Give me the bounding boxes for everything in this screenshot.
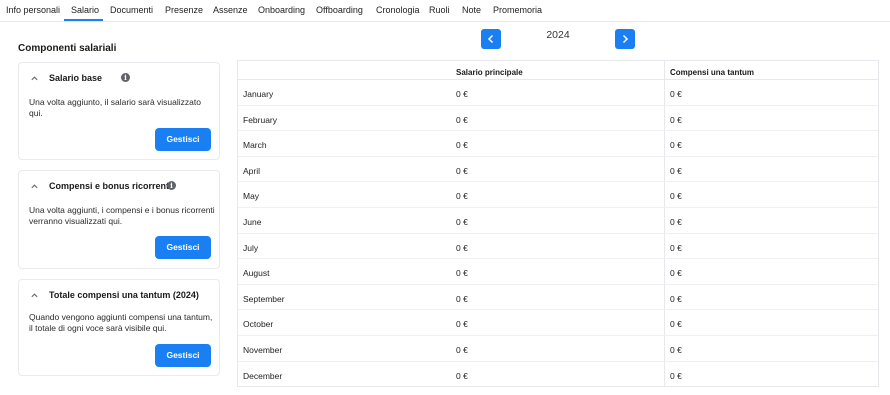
month-cell: December <box>243 370 283 381</box>
month-cell: April <box>243 165 261 176</box>
month-cell: August <box>243 268 270 279</box>
month-cell: May <box>243 191 260 202</box>
table-row: January 0 € 0 € <box>238 80 878 106</box>
tab-documenti[interactable]: Documenti <box>110 5 153 15</box>
one-time-cell: 0 € <box>670 165 682 176</box>
salary-table: Salario principale Compensi una tantum J… <box>237 60 879 387</box>
tab-onboarding[interactable]: Onboarding <box>258 5 305 15</box>
tab-cronologia[interactable]: Cronologia <box>376 5 420 15</box>
tab-offboarding[interactable]: Offboarding <box>316 5 363 15</box>
chevron-up-icon <box>31 184 38 189</box>
one-time-cell: 0 € <box>670 89 682 99</box>
salary-cell: 0 € <box>456 293 468 304</box>
gestisci-button[interactable]: Gestisci <box>155 344 211 367</box>
month-cell: November <box>243 345 283 355</box>
month-cell: July <box>243 242 259 253</box>
card-compensi-ricorrenti: Compensi e bonus ricorrenti i Una volta … <box>18 170 220 269</box>
tab-info-personali[interactable]: Info personali <box>6 5 60 15</box>
salary-cell: 0 € <box>456 114 468 125</box>
one-time-cell: 0 € <box>670 370 682 381</box>
one-time-cell: 0 € <box>670 114 682 125</box>
month-cell: June <box>243 217 262 227</box>
tab-promemoria[interactable]: Promemoria <box>493 5 542 15</box>
column-header-compensi-una-tantum: Compensi una tantum <box>670 68 755 77</box>
section-title: Componenti salariali <box>18 43 117 54</box>
one-time-cell: 0 € <box>670 140 682 151</box>
tab-ruoli[interactable]: Ruoli <box>429 5 450 15</box>
table-row: December 0 € 0 € <box>238 362 878 388</box>
salary-cell: 0 € <box>456 165 468 176</box>
card-description: Quando vengono aggiunti compensi una tan… <box>29 312 213 333</box>
chevron-right-icon <box>622 34 629 44</box>
card-description: Una volta aggiunto, il salario sarà visu… <box>29 97 201 118</box>
month-cell: October <box>243 319 274 330</box>
card-title: Salario base <box>49 73 103 83</box>
salary-cell: 0 € <box>456 217 468 227</box>
active-tab-indicator <box>64 19 103 21</box>
previous-year-button[interactable] <box>481 29 501 49</box>
tab-presenze[interactable]: Presenze <box>165 5 203 15</box>
month-cell: January <box>243 89 274 99</box>
next-year-button[interactable] <box>615 29 635 49</box>
salary-cell: 0 € <box>456 345 468 355</box>
table-row: October 0 € 0 € <box>238 310 878 336</box>
one-time-cell: 0 € <box>670 319 682 330</box>
table-row: March 0 € 0 € <box>238 131 878 157</box>
table-row: June 0 € 0 € <box>238 208 878 234</box>
month-cell: March <box>243 140 267 151</box>
one-time-cell: 0 € <box>670 191 682 202</box>
month-cell: September <box>243 293 285 304</box>
card-description: Una volta aggiunti, i compensi e i bonus… <box>29 205 215 226</box>
column-header-salario-principale: Salario principale <box>456 68 523 77</box>
chevron-up-icon <box>31 76 38 81</box>
table-row: May 0 € 0 € <box>238 182 878 208</box>
card-header[interactable]: Salario base i <box>19 63 219 93</box>
chevron-left-icon <box>487 34 494 44</box>
table-row: April 0 € 0 € <box>238 157 878 183</box>
one-time-cell: 0 € <box>670 293 682 304</box>
salary-cell: 0 € <box>456 191 468 202</box>
tab-note[interactable]: Note <box>462 5 481 15</box>
salary-cell: 0 € <box>456 370 468 381</box>
one-time-cell: 0 € <box>670 345 682 355</box>
one-time-cell: 0 € <box>670 242 682 253</box>
info-icon[interactable]: i <box>167 181 176 190</box>
one-time-cell: 0 € <box>670 217 682 227</box>
table-row: August 0 € 0 € <box>238 259 878 285</box>
salary-cell: 0 € <box>456 268 468 279</box>
table-row: November 0 € 0 € <box>238 336 878 362</box>
tab-assenze[interactable]: Assenze <box>213 5 248 15</box>
tab-salario[interactable]: Salario <box>71 5 99 15</box>
gestisci-button[interactable]: Gestisci <box>155 236 211 259</box>
card-title: Compensi e bonus ricorrenti <box>49 181 172 191</box>
salary-cell: 0 € <box>456 89 468 99</box>
table-row: September 0 € 0 € <box>238 285 878 311</box>
salary-cell: 0 € <box>456 140 468 151</box>
table-row: July 0 € 0 € <box>238 234 878 260</box>
card-title: Totale compensi una tantum (2024) <box>49 290 199 300</box>
chevron-up-icon <box>31 293 38 298</box>
month-cell: February <box>243 114 278 125</box>
table-row: February 0 € 0 € <box>238 106 878 132</box>
salary-cell: 0 € <box>456 319 468 330</box>
card-header[interactable]: Compensi e bonus ricorrenti i <box>19 171 219 201</box>
salary-cell: 0 € <box>456 242 468 253</box>
year-label: 2024 <box>546 29 570 41</box>
card-salario-base: Salario base i Una volta aggiunto, il sa… <box>18 62 220 160</box>
card-totale-compensi-una-tantum: Totale compensi una tantum (2024) Quando… <box>18 279 220 376</box>
gestisci-button[interactable]: Gestisci <box>155 128 211 151</box>
tab-bar: Info personali Salario Documenti Presenz… <box>0 0 890 22</box>
one-time-cell: 0 € <box>670 268 682 279</box>
card-header[interactable]: Totale compensi una tantum (2024) <box>19 280 219 310</box>
info-icon[interactable]: i <box>121 73 130 82</box>
